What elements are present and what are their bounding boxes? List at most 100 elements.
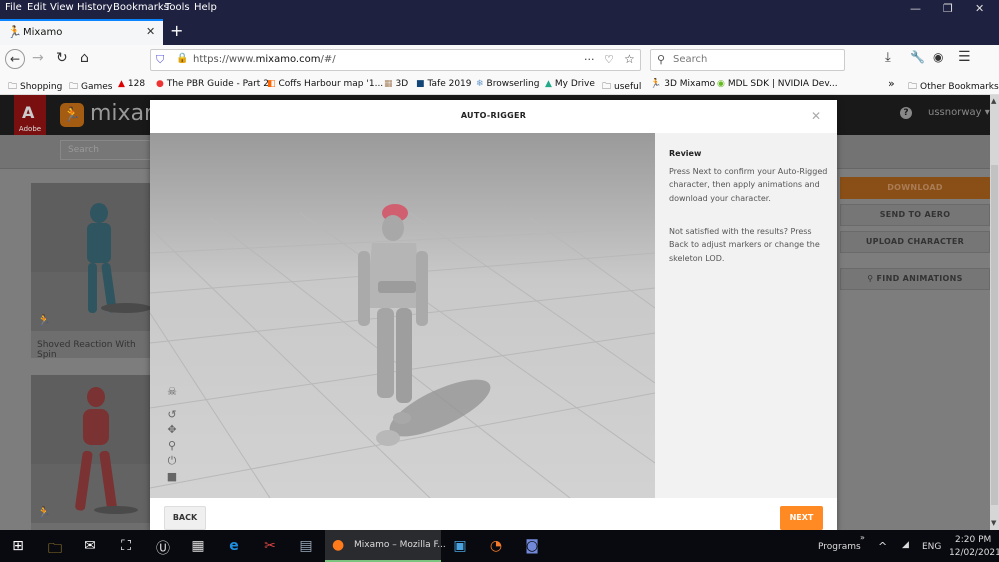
modal-title: AUTO-RIGGER (460, 111, 527, 120)
language-indicator[interactable]: ENG (922, 542, 941, 552)
skeleton-icon[interactable]: ☠ (166, 385, 178, 398)
bookmark-coffs-harbour[interactable]: ◧ Coffs Harbour map '1... (267, 79, 383, 89)
programs-toolbar[interactable]: Programs (818, 542, 861, 552)
wrench-icon[interactable]: 🔧 (910, 50, 925, 64)
lightroom-icon: ■ (416, 79, 425, 89)
snip-tool-icon[interactable]: ✂ (260, 538, 280, 554)
bookmarks-bar: 🗀 Shopping 🗀 Games ▲ 128 ● The PBR Guide - P… (0, 74, 999, 95)
mixamo-search-input[interactable]: Search (60, 140, 160, 160)
bookmark-mdl-sdk[interactable]: ◉ MDL SDK | NVIDIA Dev... (717, 79, 838, 89)
bookmark-games[interactable]: 🗀 Games (69, 79, 113, 95)
3d-viewport[interactable]: ☠ ↺ ✥ ⚲ ⏻ ■ (150, 133, 655, 498)
bookmark-my-drive[interactable]: ▲ My Drive (545, 79, 595, 89)
restore-button[interactable]: ❐ (943, 2, 953, 15)
scrollbar-thumb[interactable] (991, 165, 998, 505)
account-icon[interactable]: ◉ (933, 50, 943, 64)
drive-icon: ▲ (545, 79, 552, 89)
edge-icon[interactable]: e (224, 538, 244, 554)
home-icon[interactable]: ⌂ (80, 50, 89, 66)
send-to-aero-button[interactable]: SEND TO AERO (840, 204, 990, 226)
back-arrow-icon[interactable]: ← (5, 49, 25, 69)
bookmark-browserling[interactable]: ❄ Browserling (476, 79, 539, 89)
user-menu[interactable]: ussnorway ▾ (928, 107, 990, 118)
zoom-icon[interactable]: ⚲ (166, 439, 178, 452)
animation-title: Shoved Reaction With Spin (37, 340, 136, 360)
power-icon[interactable]: ⏻ (166, 454, 178, 468)
bookmark-3d-mixamo[interactable]: 🏃 3D Mixamo (650, 79, 715, 89)
help-icon[interactable]: ? (900, 107, 912, 119)
menu-bookmarks[interactable]: Bookmarks (113, 2, 169, 13)
folder-icon: 🗀 (908, 82, 918, 92)
hamburger-menu-icon[interactable]: ☰ (958, 49, 971, 65)
modal-close-icon[interactable]: ✕ (811, 109, 821, 123)
new-tab-button[interactable]: + (170, 21, 183, 40)
menu-tools[interactable]: Tools (165, 2, 190, 13)
bookmark-3d[interactable]: ▦ 3D (384, 79, 408, 89)
animation-card[interactable]: 🏃 Shoved Reaction With Spin (31, 183, 156, 360)
calendar-icon[interactable]: ▦ (188, 538, 208, 554)
image-icon: ▦ (384, 79, 393, 89)
bookmark-128[interactable]: ▲ 128 (118, 79, 145, 89)
minimize-button[interactable]: — (910, 2, 921, 15)
substance-icon: ● (156, 79, 164, 89)
clock-date[interactable]: 12/02/2021 (949, 548, 999, 558)
bookmark-star-icon[interactable]: ☆ (624, 52, 635, 66)
taskbar-firefox-window[interactable]: ● Mixamo – Mozilla F... (325, 530, 446, 562)
close-window-button[interactable]: ✕ (975, 2, 984, 15)
unreal-engine-icon[interactable]: Ⓤ (153, 538, 173, 558)
pocket-icon[interactable]: ♡ (604, 53, 614, 66)
bookmarks-overflow-button[interactable]: » (888, 77, 895, 90)
wifi-icon[interactable]: ◢ (902, 540, 909, 550)
menu-file[interactable]: File (5, 2, 22, 13)
auto-rigger-modal: AUTO-RIGGER ✕ ☠ ↺ ✥ ⚲ ⏻ ■ Review Press N… (150, 100, 837, 532)
discord-icon[interactable]: ◙ (522, 538, 542, 554)
page-scrollbar[interactable]: ▲ ▼ (990, 95, 999, 530)
tab-mixamo[interactable]: 🏃 Mixamo ✕ (0, 19, 163, 45)
url-text[interactable]: https://www.mixamo.com/#/ (193, 54, 336, 65)
next-button[interactable]: NEXT (780, 506, 823, 530)
camera-icon[interactable]: ■ (166, 470, 178, 483)
back-button[interactable]: BACK (164, 506, 206, 530)
performance-monitor-icon[interactable]: ▤ (296, 538, 316, 554)
page-actions-icon[interactable]: ··· (584, 53, 595, 66)
mixamo-logo-icon[interactable]: 🏃 (60, 103, 84, 127)
animation-card[interactable]: 🏃 (31, 375, 156, 530)
forward-arrow-icon[interactable]: → (32, 50, 44, 66)
app-icon[interactable]: ▣ (450, 538, 470, 554)
bookmark-useful[interactable]: 🗀 useful (602, 79, 641, 95)
download-button[interactable]: DOWNLOAD (840, 177, 990, 199)
rotate-icon[interactable]: ↺ (166, 408, 178, 421)
tray-expand-icon[interactable]: ^ (878, 540, 887, 553)
find-animations-button[interactable]: ⚲ FIND ANIMATIONS (840, 268, 990, 290)
bookmark-pbr-guide[interactable]: ● The PBR Guide - Part 2 (156, 79, 269, 89)
pan-icon[interactable]: ✥ (166, 423, 178, 436)
upload-character-button[interactable]: UPLOAD CHARACTER (840, 231, 990, 253)
reload-icon[interactable]: ↻ (56, 50, 68, 66)
menu-history[interactable]: History (77, 2, 113, 13)
url-bar[interactable]: ⛉ 🔒 https://www.mixamo.com/#/ ··· ♡ ☆ (150, 49, 641, 71)
mail-icon[interactable]: ✉ (80, 538, 100, 554)
menu-view[interactable]: View (50, 2, 74, 13)
menu-help[interactable]: Help (194, 2, 217, 13)
bookmark-other[interactable]: 🗀 Other Bookmarks (908, 79, 999, 95)
bookmark-shopping[interactable]: 🗀 Shopping (8, 79, 62, 95)
start-icon[interactable]: ⊞ (8, 538, 28, 554)
search-input[interactable]: ⚲ Search (650, 49, 845, 71)
file-explorer-icon[interactable]: 🗀 (45, 538, 65, 562)
store-icon[interactable]: ⛶ (116, 538, 136, 554)
toolbar-overflow-icon[interactable]: » (860, 533, 865, 542)
tracking-shield-icon[interactable]: ⛉ (156, 53, 164, 67)
downloads-icon[interactable]: ⤓ (885, 50, 891, 65)
viewport-scene (150, 204, 655, 498)
blender-icon[interactable]: ◔ (486, 538, 506, 554)
animation-type-icon: 🏃 (37, 314, 51, 327)
scroll-up-icon[interactable]: ▲ (991, 97, 996, 105)
clock-time[interactable]: 2:20 PM (955, 535, 991, 545)
scroll-down-icon[interactable]: ▼ (991, 519, 996, 527)
bookmark-tafe-2019[interactable]: ■ Tafe 2019 (416, 79, 472, 89)
folder-icon: 🗀 (69, 82, 79, 92)
animation-thumbnail: 🏃 (31, 183, 156, 331)
tab-close-icon[interactable]: ✕ (146, 25, 155, 38)
lock-icon[interactable]: 🔒 (176, 53, 188, 64)
menu-edit[interactable]: Edit (27, 2, 46, 13)
